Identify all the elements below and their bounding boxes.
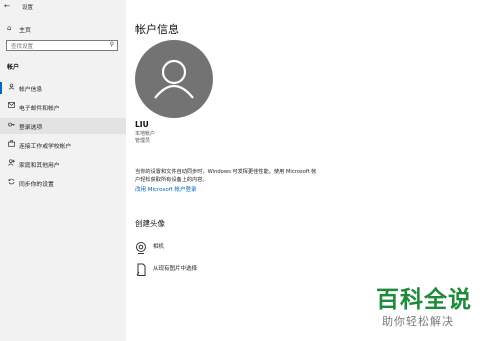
camera-option[interactable]: 相机 [135, 240, 295, 256]
sidebar-item-sign-in-options[interactable]: 登录选项 [0, 118, 126, 134]
account-type: 本地帐户 [135, 131, 156, 137]
create-avatar-heading: 创建头像 [135, 219, 165, 228]
key-icon [7, 121, 15, 130]
sidebar-item-account-info[interactable]: 帐户信息 [0, 80, 126, 96]
search-input[interactable]: 查找设置 ⚲ [6, 40, 118, 51]
title-bar: ← 设置 [0, 0, 126, 14]
selection-indicator [0, 82, 2, 94]
avatar [135, 40, 213, 118]
back-arrow-icon[interactable]: ← [4, 2, 10, 10]
watermark: 百科全说 助你轻松解决 [372, 280, 498, 338]
sidebar-item-label: 同步你的设置 [19, 182, 54, 188]
sync-description: 当你的设置和文件自动同步时，Windows 可发挥更佳性能。使用 Microso… [135, 169, 317, 183]
browse-image-label: 从现有图片中选择 [153, 266, 198, 272]
person-icon [154, 59, 194, 99]
sidebar-item-family[interactable]: 家庭和其他用户 [0, 156, 126, 172]
sidebar-item-label: 登录选项 [19, 125, 43, 131]
microsoft-account-link[interactable]: 改用 Microsoft 帐户登录 [135, 185, 197, 193]
user-name: LIU [135, 120, 149, 129]
sidebar-item-email[interactable]: 电子邮件和帐户 [0, 99, 126, 115]
image-browse-icon [135, 262, 147, 276]
sync-icon [7, 178, 15, 187]
briefcase-icon [7, 140, 15, 149]
home-label: 主页 [19, 27, 32, 34]
watermark-subtitle: 助你轻松解决 [382, 315, 454, 328]
camera-label: 相机 [153, 244, 165, 250]
sidebar-item-label: 家庭和其他用户 [19, 163, 60, 169]
sidebar-item-work-school[interactable]: 连接工作或学校帐户 [0, 137, 126, 153]
browse-image-option[interactable]: 从现有图片中选择 [135, 262, 295, 278]
home-nav-item[interactable]: ⌂ 主页 [0, 22, 126, 36]
search-icon[interactable]: ⚲ [110, 41, 114, 48]
sidebar: ← 设置 ⌂ 主页 查找设置 ⚲ 帐户 帐户信息 电子邮件和帐户 登录选项 连接… [0, 0, 126, 341]
sidebar-item-label: 连接工作或学校帐户 [19, 144, 72, 150]
person-card-icon [7, 83, 15, 92]
camera-icon [135, 240, 147, 254]
mail-icon [7, 102, 15, 110]
sidebar-item-label: 帐户信息 [19, 87, 43, 93]
home-icon: ⌂ [7, 24, 12, 32]
account-role: 管理员 [135, 138, 151, 144]
search-placeholder: 查找设置 [11, 44, 34, 50]
watermark-title: 百科全说 [376, 287, 472, 313]
person-add-icon [7, 159, 15, 168]
sidebar-item-sync[interactable]: 同步你的设置 [0, 175, 126, 191]
page-title: 帐户信息 [135, 23, 179, 36]
sidebar-item-label: 电子邮件和帐户 [19, 106, 60, 112]
app-title: 设置 [22, 5, 34, 11]
section-header: 帐户 [7, 64, 20, 71]
